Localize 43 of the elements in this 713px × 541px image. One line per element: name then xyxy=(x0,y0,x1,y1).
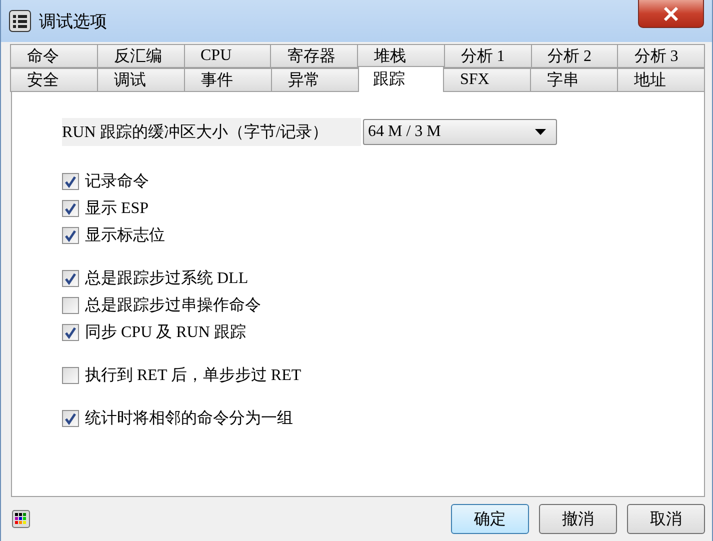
checkbox-label: 记录命令 xyxy=(85,172,149,192)
tab[interactable]: 异常 xyxy=(271,68,359,92)
checkbox[interactable] xyxy=(62,227,79,244)
checkbox-label: 总是跟踪步过系统 DLL xyxy=(85,268,248,289)
checkbox-label: 总是跟踪步过串操作命令 xyxy=(85,296,261,316)
checkbox[interactable] xyxy=(62,324,79,341)
tab[interactable]: 调试 xyxy=(97,68,185,92)
checkbox[interactable] xyxy=(62,367,79,384)
color-grid-icon xyxy=(12,510,30,528)
tab[interactable]: 字串 xyxy=(530,68,618,92)
caret-icon xyxy=(535,129,546,135)
tab[interactable]: 堆栈 xyxy=(357,44,445,68)
tab[interactable]: 命令 xyxy=(10,44,98,68)
list-icon xyxy=(9,10,31,32)
checkbox[interactable] xyxy=(62,270,79,287)
tab[interactable]: 分析 3 xyxy=(617,44,705,68)
tab[interactable]: 地址 xyxy=(617,68,705,92)
window-title: 调试选项 xyxy=(39,10,107,32)
checkbox-label: 显示标志位 xyxy=(85,226,165,246)
tab[interactable]: 事件 xyxy=(184,68,272,92)
tab[interactable]: 分析 1 xyxy=(444,44,532,68)
checkbox[interactable] xyxy=(62,200,79,217)
tab[interactable]: CPU xyxy=(184,44,272,68)
checkbox[interactable] xyxy=(62,297,79,314)
checkbox[interactable] xyxy=(62,410,79,427)
dialog-button[interactable]: 确定 xyxy=(451,504,529,534)
tab[interactable]: 跟踪 xyxy=(358,66,444,92)
tab[interactable]: 反汇编 xyxy=(96,44,184,68)
tab[interactable]: 寄存器 xyxy=(270,44,358,68)
close-icon xyxy=(663,6,679,20)
checkbox-label: 执行到 RET 后，单步步过 RET xyxy=(85,366,302,386)
tab[interactable]: 分析 2 xyxy=(530,44,618,68)
buffer-size-dropdown[interactable]: 64 M / 3 M xyxy=(363,119,557,145)
dialog-button[interactable]: 取消 xyxy=(627,504,705,534)
checkbox-label: 显示 ESP xyxy=(85,199,149,219)
buffer-size-label: RUN 跟踪的缓冲区大小（字节/记录） xyxy=(62,118,361,146)
close-button[interactable] xyxy=(638,0,704,28)
tab[interactable]: SFX xyxy=(443,68,531,92)
tab[interactable]: 安全 xyxy=(10,68,98,92)
checkbox-label: 统计时将相邻的命令分为一组 xyxy=(85,408,293,429)
checkbox-label: 同步 CPU 及 RUN 跟踪 xyxy=(85,322,246,343)
dialog-button[interactable]: 撤消 xyxy=(539,504,617,534)
checkbox[interactable] xyxy=(62,173,79,190)
